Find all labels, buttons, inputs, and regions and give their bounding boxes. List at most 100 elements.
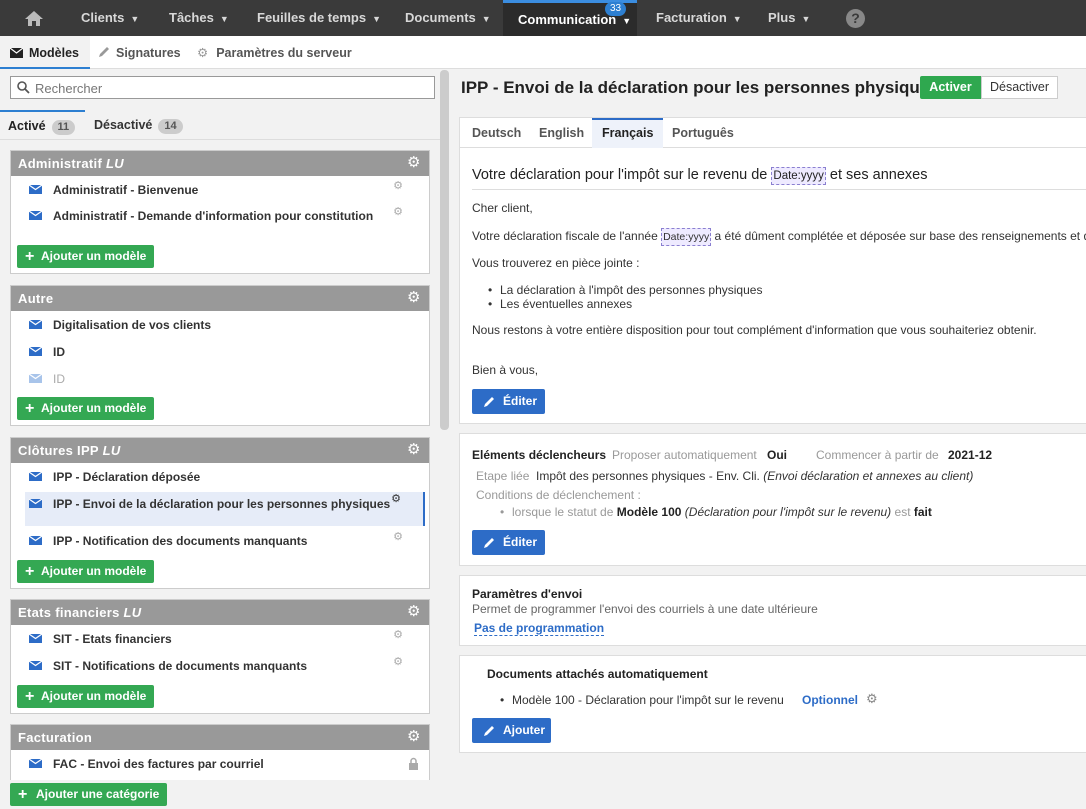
tab-francais[interactable]: Français <box>592 118 664 148</box>
add-template-button[interactable]: Ajouter un modèle <box>17 560 155 583</box>
category-name: Administratif <box>18 156 103 171</box>
add-attachment-button[interactable]: Ajouter <box>472 718 551 743</box>
template-item[interactable]: Digitalisation de vos clients <box>25 319 425 335</box>
page-title: IPP - Envoi de la déclaration pour les p… <box>461 78 939 97</box>
nav-clients[interactable]: Clients ▼ <box>81 0 139 36</box>
gear-icon[interactable]: ⚙ <box>407 290 421 305</box>
template-item[interactable]: IPP - Notification des documents manquan… <box>25 531 425 551</box>
count-badge: 14 <box>158 119 183 134</box>
template-item[interactable]: SIT - Etats financiers ⚙ <box>25 629 425 649</box>
template-item[interactable]: ID <box>25 346 425 362</box>
email-greeting: Cher client, <box>472 201 533 215</box>
template-name: ID <box>53 345 65 359</box>
tab-disabled[interactable]: Désactivé 14 <box>94 110 183 140</box>
category-tag: LU <box>123 605 142 620</box>
pencil-icon <box>484 397 494 407</box>
template-item[interactable]: FAC - Envoi des factures par courriel <box>25 757 425 774</box>
triggers-panel: Eléments déclencheurs Proposer automatiq… <box>459 433 1086 566</box>
scheduling-link[interactable]: Pas de programmation <box>474 621 605 636</box>
gears-icon[interactable]: ⚙ <box>393 531 403 543</box>
email-subject: Votre déclaration pour l'impôt sur le re… <box>472 167 1086 190</box>
template-item[interactable]: SIT - Notifications de documents manquan… <box>25 656 425 676</box>
nav-feuilles-de-temps[interactable]: Feuilles de temps ▼ <box>257 0 381 36</box>
gears-icon[interactable]: ⚙ <box>391 493 401 505</box>
template-item[interactable]: Administratif - Bienvenue ⚙ <box>25 180 425 200</box>
language-tabs: Deutsch English Français Português <box>460 118 1086 148</box>
button-label: Ajouter <box>503 723 545 737</box>
template-name: Administratif - Bienvenue <box>53 183 199 197</box>
gear-icon[interactable]: ⚙ <box>407 729 421 744</box>
scrollbar[interactable] <box>440 70 449 430</box>
add-template-button[interactable]: Ajouter un modèle <box>17 245 155 268</box>
envelope-icon <box>29 185 42 194</box>
gear-icon[interactable]: ⚙ <box>407 155 421 170</box>
nav-communication[interactable]: Communication ▼ 33 <box>503 0 637 36</box>
template-item-disabled[interactable]: ID <box>25 373 425 389</box>
search-input[interactable]: Rechercher <box>10 76 435 99</box>
envelope-icon <box>29 374 42 383</box>
template-name: IPP - Notification des documents manquan… <box>53 534 308 548</box>
tab-label: Activé <box>8 119 46 133</box>
gears-icon[interactable]: ⚙ <box>393 656 403 668</box>
nav-label: Feuilles de temps <box>257 10 367 25</box>
category-header[interactable]: Facturation ⚙ <box>11 725 429 750</box>
template-item[interactable]: IPP - Déclaration déposée <box>25 471 425 487</box>
tab-active[interactable]: Activé 11 <box>0 110 85 140</box>
linked-step-note: (Envoi déclaration et annexes au client) <box>763 469 974 483</box>
envelope-icon <box>29 320 42 329</box>
gears-icon[interactable]: ⚙ <box>393 180 403 192</box>
pen-icon <box>99 47 109 57</box>
add-template-button[interactable]: Ajouter un modèle <box>17 685 155 708</box>
tab-deutsch[interactable]: Deutsch <box>472 118 521 148</box>
category-header[interactable]: Administratif LU ⚙ <box>11 151 429 176</box>
gear-icon: ⚙ <box>197 46 209 60</box>
email-bullet: La déclaration à l'impôt des personnes p… <box>488 283 762 297</box>
gear-icon[interactable]: ⚙ <box>407 442 421 457</box>
category-administratif: Administratif LU ⚙ Administratif - Bienv… <box>10 150 430 274</box>
envelope-icon <box>29 499 42 508</box>
template-name: SIT - Etats financiers <box>53 632 172 646</box>
subnav-parametres-serveur[interactable]: ⚙ Paramètres du serveur <box>197 36 352 69</box>
gears-icon[interactable]: ⚙ <box>393 629 403 641</box>
nav-plus[interactable]: Plus ▼ <box>768 0 810 36</box>
template-name: FAC - Envoi des factures par courriel <box>53 757 264 771</box>
template-item-selected[interactable]: IPP - Envoi de la déclaration pour les p… <box>25 492 425 526</box>
subnav-signatures[interactable]: Signatures <box>98 36 181 69</box>
body-text: a été dûment complétée et déposée sur ba… <box>714 229 1086 243</box>
date-placeholder-tag[interactable]: Date:yyyy <box>661 228 712 246</box>
caret-down-icon: ▼ <box>732 14 742 24</box>
home-icon[interactable] <box>24 10 44 27</box>
subnav-label: Signatures <box>116 46 181 60</box>
add-template-button[interactable]: Ajouter un modèle <box>17 397 155 420</box>
template-name: IPP - Déclaration déposée <box>53 470 201 484</box>
subnav-label: Modèles <box>29 46 80 60</box>
category-header[interactable]: Autre ⚙ <box>11 286 429 311</box>
category-header[interactable]: Clôtures IPP LU ⚙ <box>11 438 429 463</box>
date-placeholder-tag[interactable]: Date:yyyy <box>771 167 826 185</box>
gear-icon[interactable]: ⚙ <box>866 691 878 707</box>
edit-triggers-button[interactable]: Éditer <box>472 530 545 555</box>
category-facturation: Facturation ⚙ FAC - Envoi des factures p… <box>10 724 430 780</box>
subnav-modeles[interactable]: Modèles <box>0 36 90 69</box>
nav-taches[interactable]: Tâches ▼ <box>169 0 229 36</box>
deactivate-button[interactable]: Désactiver <box>981 76 1058 99</box>
help-icon[interactable]: ? <box>846 9 865 28</box>
activate-button[interactable]: Activer <box>920 76 981 99</box>
condition-model: Modèle 100 <box>616 505 682 519</box>
edit-email-button[interactable]: Éditer <box>472 389 545 414</box>
tab-portugues[interactable]: Português <box>672 118 734 148</box>
template-item[interactable]: Administratif - Demande d'information po… <box>25 206 425 236</box>
nav-documents[interactable]: Documents ▼ <box>405 0 491 36</box>
nav-facturation[interactable]: Facturation ▼ <box>656 0 742 36</box>
gear-icon[interactable]: ⚙ <box>407 604 421 619</box>
caret-down-icon: ▼ <box>481 14 491 24</box>
add-category-button[interactable]: Ajouter une catégorie <box>10 783 168 806</box>
envelope-icon <box>29 211 42 220</box>
category-header[interactable]: Etats financiers LU ⚙ <box>11 600 429 625</box>
gears-icon[interactable]: ⚙ <box>393 206 403 218</box>
optional-link[interactable]: Optionnel <box>802 693 858 707</box>
start-value: 2021-12 <box>948 448 993 462</box>
tab-english[interactable]: English <box>539 118 584 148</box>
category-autre: Autre ⚙ Digitalisation de vos clients ID… <box>10 285 430 426</box>
button-label: Éditer <box>503 535 538 549</box>
